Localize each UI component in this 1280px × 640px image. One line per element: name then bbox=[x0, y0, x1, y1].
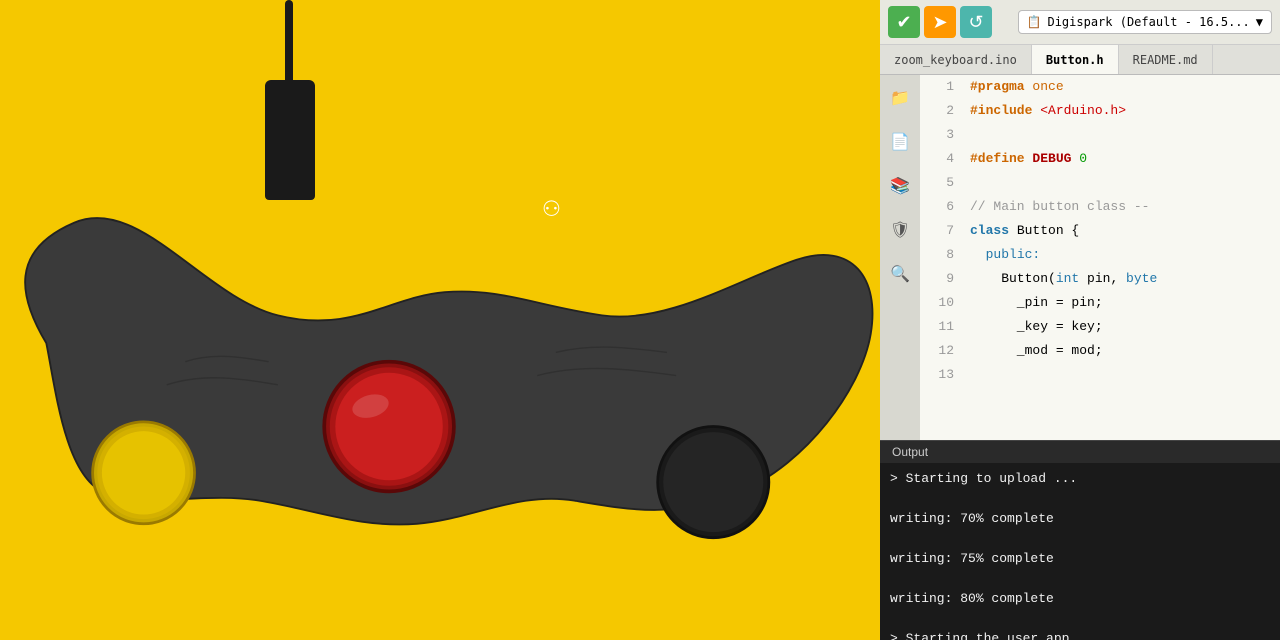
dropdown-arrow-icon: ▼ bbox=[1256, 15, 1263, 29]
verify-button[interactable]: ✔ bbox=[888, 6, 920, 38]
code-editor[interactable]: 1 #pragma once 2 #include <Arduino.h> 3 … bbox=[920, 75, 1280, 440]
ide-body: 📁 📄 📚 🛡 🔍 1 #pragma once 2 #include <Ard… bbox=[880, 75, 1280, 440]
output-line-1: > Starting to upload ... bbox=[890, 469, 1270, 489]
sidebar-icons: 📁 📄 📚 🛡 🔍 bbox=[880, 75, 920, 440]
output-panel: Output > Starting to upload ... writing:… bbox=[880, 440, 1280, 640]
shield-icon[interactable]: 🛡 bbox=[886, 215, 914, 243]
code-line-5: 5 bbox=[920, 171, 1280, 195]
output-line-2: writing: 70% complete bbox=[890, 509, 1270, 529]
output-header: Output bbox=[880, 440, 1280, 463]
folder-icon[interactable]: 📁 bbox=[886, 83, 914, 111]
code-line-6: 6 // Main button class -- bbox=[920, 195, 1280, 219]
tab-zoom-keyboard[interactable]: zoom_keyboard.ino bbox=[880, 45, 1032, 74]
code-line-12: 12 _mod = mod; bbox=[920, 339, 1280, 363]
tab-readme[interactable]: README.md bbox=[1119, 45, 1213, 74]
output-line-4: writing: 80% complete bbox=[890, 589, 1270, 609]
output-line-5: > Starting the user app ... bbox=[890, 629, 1270, 640]
code-line-13: 13 bbox=[920, 363, 1280, 387]
code-line-7: 7 class Button { bbox=[920, 219, 1280, 243]
board-selector[interactable]: 📋 Digispark (Default - 16.5... ▼ bbox=[1018, 10, 1272, 34]
code-line-9: 9 Button(int pin, byte bbox=[920, 267, 1280, 291]
photo-area: ⚇ bbox=[0, 0, 880, 640]
code-line-2: 2 #include <Arduino.h> bbox=[920, 99, 1280, 123]
output-line-3: writing: 75% complete bbox=[890, 549, 1270, 569]
file-icon[interactable]: 📄 bbox=[886, 127, 914, 155]
controller-image bbox=[0, 0, 880, 640]
board-icon: 📋 bbox=[1027, 15, 1042, 29]
board-name: Digispark (Default - 16.5... bbox=[1047, 15, 1249, 29]
code-line-4: 4 #define DEBUG 0 bbox=[920, 147, 1280, 171]
tabs-bar: zoom_keyboard.ino Button.h README.md bbox=[880, 45, 1280, 75]
upload-button[interactable]: ➤ bbox=[924, 6, 956, 38]
ide-panel: ✔ ➤ ↺ 📋 Digispark (Default - 16.5... ▼ z… bbox=[880, 0, 1280, 640]
tab-button-h[interactable]: Button.h bbox=[1032, 45, 1119, 74]
search-icon[interactable]: 🔍 bbox=[886, 259, 914, 287]
code-line-3: 3 bbox=[920, 123, 1280, 147]
toolbar: ✔ ➤ ↺ 📋 Digispark (Default - 16.5... ▼ bbox=[880, 0, 1280, 45]
code-line-8: 8 public: bbox=[920, 243, 1280, 267]
code-line-10: 10 _pin = pin; bbox=[920, 291, 1280, 315]
new-button[interactable]: ↺ bbox=[960, 6, 992, 38]
code-line-11: 11 _key = key; bbox=[920, 315, 1280, 339]
output-content: > Starting to upload ... writing: 70% co… bbox=[880, 463, 1280, 640]
code-line-1: 1 #pragma once bbox=[920, 75, 1280, 99]
book-icon[interactable]: 📚 bbox=[886, 171, 914, 199]
